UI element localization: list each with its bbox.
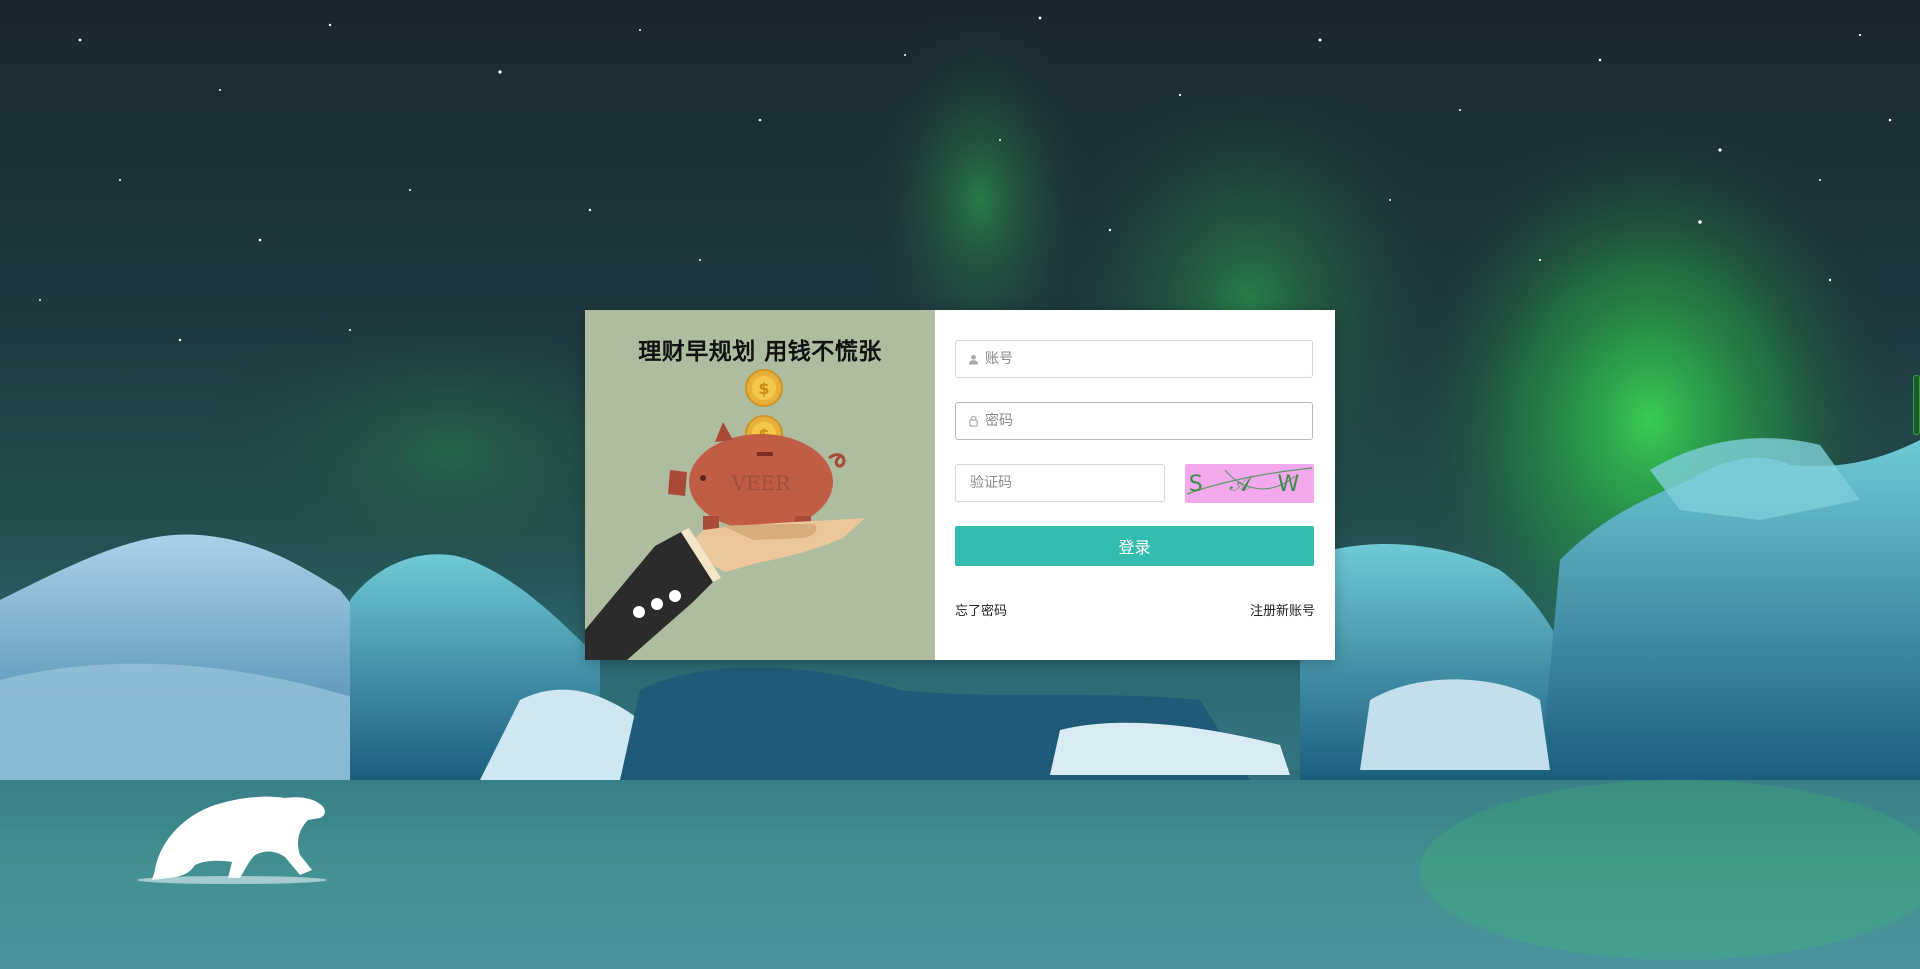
login-form: S 𝒜 W 登录 忘了密码 注册新账号 [935,310,1335,660]
forgot-password-link[interactable]: 忘了密码 [955,600,1007,619]
account-field [955,340,1313,378]
promo-panel: 理财早规划 用钱不慌张 $ $ [585,310,935,660]
background-scene: 理财早规划 用钱不慌张 $ $ [0,0,1920,969]
password-field [955,402,1313,440]
captcha-text: S 𝒜 W [1189,472,1310,497]
piggy-bank-illustration: $ $ VEER [585,369,865,660]
login-button[interactable]: 登录 [955,526,1314,566]
coin-icon: $ [745,369,783,407]
svg-text:$: $ [758,379,769,398]
side-scroll-handle[interactable] [1913,375,1920,435]
register-link[interactable]: 注册新账号 [1250,600,1315,619]
captcha-field [955,464,1165,502]
user-icon [967,353,979,365]
password-input[interactable] [985,413,1285,429]
captcha-graphic: S 𝒜 W [1186,467,1313,497]
account-input[interactable] [985,351,1285,367]
login-card: 理财早规划 用钱不慌张 $ $ [585,310,1335,660]
captcha-image[interactable]: S 𝒜 W [1185,464,1314,503]
lock-icon [967,415,979,427]
veer-watermark: VEER [731,471,792,495]
captcha-input[interactable] [970,475,1150,491]
